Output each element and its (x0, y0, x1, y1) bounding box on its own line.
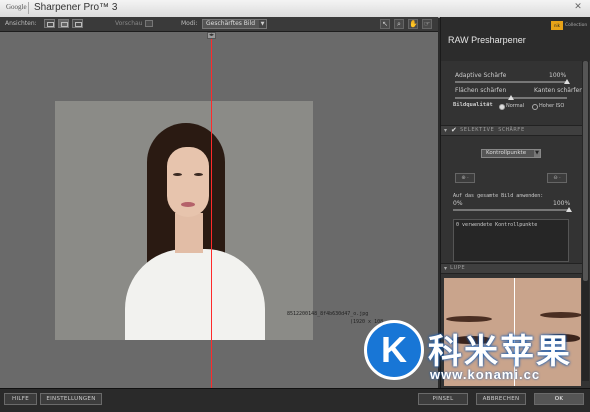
cancel-button[interactable]: ABBRECHEN (476, 393, 526, 405)
single-view-icon (47, 22, 54, 27)
selective-sharpness-header[interactable]: ▾ ✔ SELEKTIVE SCHÄRFE (441, 125, 582, 136)
collapse-triangle-icon: ▾ (444, 265, 448, 272)
apply-to-image-slider[interactable] (453, 209, 569, 211)
settings-button[interactable]: EINSTELLUNGEN (40, 393, 102, 405)
brush-button[interactable]: PINSEL (418, 393, 468, 405)
mode-label: Modi: (181, 20, 198, 27)
split-divider-line[interactable] (211, 32, 212, 388)
apply-to-image-handle[interactable] (566, 207, 572, 212)
adaptive-sharpness-handle[interactable] (564, 79, 570, 84)
navigate-arrow-icon[interactable]: ↖ (380, 19, 390, 29)
app-title: Sharpener Pro™ 3 (34, 2, 118, 13)
zoom-icon[interactable]: ⌕ (394, 19, 404, 29)
single-view-button[interactable] (44, 19, 55, 28)
control-points-list[interactable]: 0 verwendete Kontrollpunkte (453, 219, 569, 262)
quality-normal-radio[interactable] (499, 104, 505, 110)
watermark-chinese-text: 科米苹果 (428, 332, 572, 372)
add-control-point-button[interactable]: ⊕ · (455, 173, 475, 183)
nik-logo: nik (551, 21, 563, 30)
mode-select[interactable]: Geschärftes Bild ▼ (202, 19, 267, 29)
pan-hand-icon[interactable]: ✋ (408, 19, 418, 29)
help-button[interactable]: HILFE (4, 393, 37, 405)
image-filename: 8512200148_8f4b630d47_o.jpg (287, 311, 369, 317)
chevron-down-icon: ▼ (259, 20, 266, 28)
title-separator (28, 2, 29, 14)
checkmark-icon[interactable]: ✔ (451, 126, 457, 134)
collection-label: Collection (565, 23, 588, 28)
preview-image (55, 101, 313, 340)
quality-label: Bildqualität (453, 102, 493, 108)
apply-to-image-label: Auf das gesamte Bild anwenden: (453, 193, 544, 199)
remove-control-point-button[interactable]: ⊖ · (547, 173, 567, 183)
adaptive-sharpness-slider[interactable] (455, 81, 567, 83)
quality-high-iso-label: Hoher ISO (539, 103, 565, 109)
quality-high-iso-radio[interactable] (532, 104, 538, 110)
view-toolbar: Ansichten: Vorschau Modi: Geschärftes Bi… (0, 17, 438, 32)
loupe-header[interactable]: ▾ LUPE (441, 263, 582, 274)
adaptive-sharpness-label: Adaptive Schärfe (455, 72, 507, 79)
ok-button[interactable]: OK (534, 393, 584, 405)
surfaces-label: Flächen schärfen (455, 87, 507, 94)
panel-header: nik Collection RAW Presharpener (441, 17, 590, 61)
watermark-logo: K (364, 320, 424, 380)
selective-sharpness-label: SELEKTIVE SCHÄRFE (460, 127, 525, 133)
panel-scrollbar-thumb[interactable] (583, 61, 588, 281)
collapse-triangle-icon: ▾ (444, 127, 448, 134)
edges-label: Kanten schärfen (534, 87, 584, 94)
adaptive-sharpness-value: 100% (549, 72, 567, 79)
close-icon[interactable]: ✕ (572, 2, 584, 13)
side-by-side-view-button[interactable] (72, 19, 83, 28)
split-handle-icon[interactable]: ◂▸ (207, 32, 216, 39)
title-bar: Google Sharpener Pro™ 3 ✕ (0, 0, 590, 18)
google-brand: Google (6, 3, 27, 11)
control-points-count: 0 verwendete Kontrollpunkte (456, 222, 538, 228)
side-by-side-icon (75, 22, 82, 27)
split-view-button[interactable] (58, 19, 69, 28)
apply-min-label: 0% (453, 200, 463, 207)
quality-normal-label: Normal (506, 103, 525, 109)
loupe-label: LUPE (450, 265, 466, 271)
watermark-url: www.konami.cc (430, 367, 541, 382)
surfaces-edges-handle[interactable] (508, 95, 514, 100)
apply-max-label: 100% (553, 200, 571, 207)
preview-checkbox[interactable] (145, 20, 153, 27)
mode-select-value: Geschärftes Bild (206, 20, 256, 27)
split-view-icon (61, 22, 68, 27)
bottom-bar: HILFE EINSTELLUNGEN PINSEL ABBRECHEN OK (0, 388, 590, 412)
chevron-down-icon: ▼ (534, 150, 540, 157)
views-label: Ansichten: (5, 20, 37, 27)
watermark: K 科米苹果 www.konami.cc (364, 320, 590, 388)
panel-title: RAW Presharpener (448, 35, 526, 45)
control-points-select[interactable]: Kontrollpunkte ▼ (481, 149, 541, 158)
info-icon[interactable]: ☞ (422, 19, 432, 29)
control-points-select-value: Kontrollpunkte (486, 150, 527, 156)
preview-label: Vorschau (115, 20, 143, 27)
